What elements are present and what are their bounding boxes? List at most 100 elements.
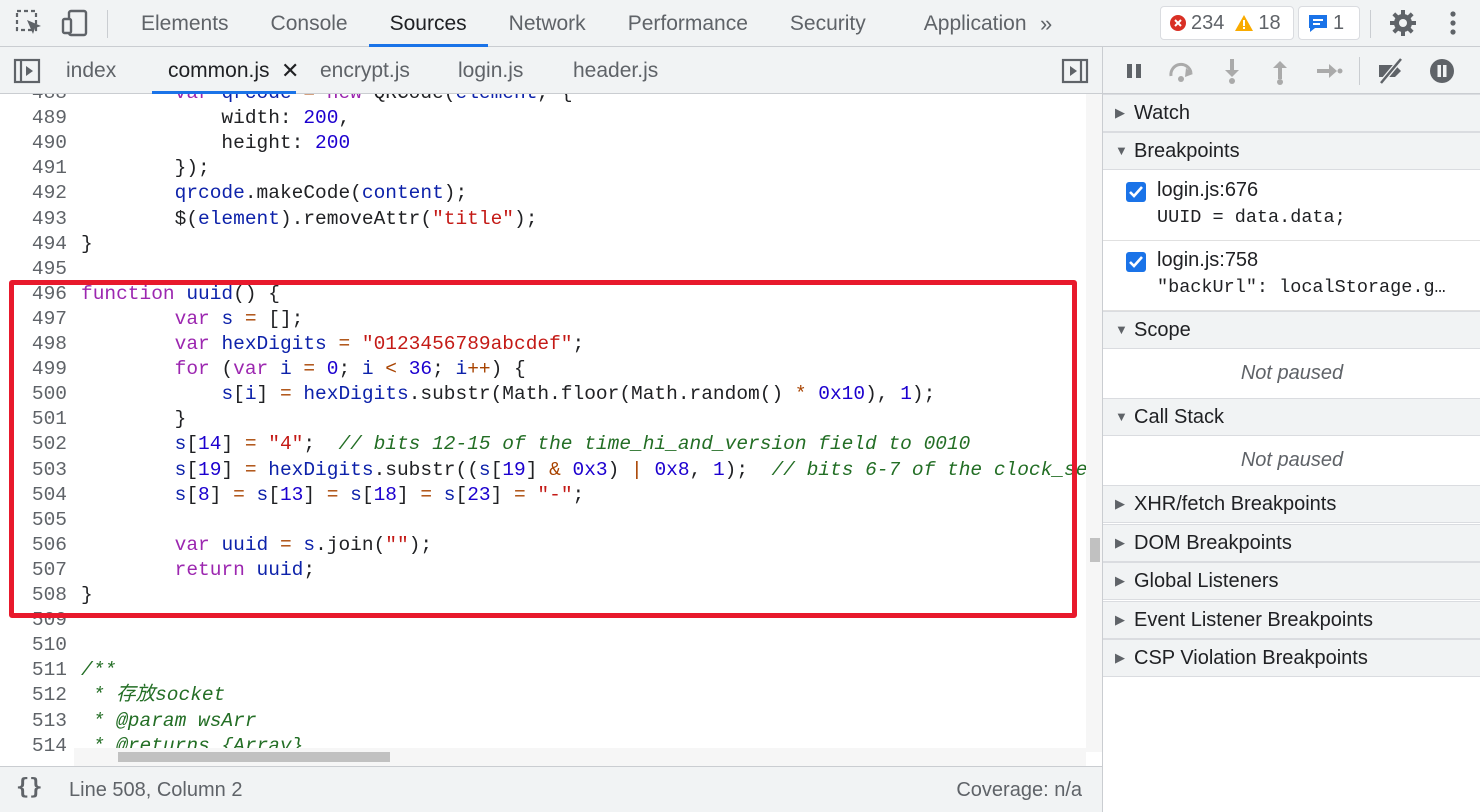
code-line[interactable]: 513 * @param wsArr [0, 709, 1086, 734]
tab-network[interactable]: Network [488, 0, 607, 47]
file-tab-common-js[interactable]: common.js [152, 47, 296, 94]
dom-breakpoints-section[interactable]: ▶ DOM Breakpoints [1103, 524, 1480, 562]
line-number[interactable]: 498 [0, 332, 67, 357]
line-number[interactable]: 508 [0, 583, 67, 608]
line-number[interactable]: 491 [0, 156, 67, 181]
tab-performance[interactable]: Performance [607, 0, 769, 47]
code-line[interactable]: 504 s[8] = s[13] = s[18] = s[23] = "-"; [0, 483, 1086, 508]
horizontal-scroll-thumb[interactable] [118, 752, 390, 762]
tab-security[interactable]: Security [769, 0, 887, 47]
global-listeners-section[interactable]: ▶ Global Listeners [1103, 562, 1480, 600]
code-line[interactable]: 494} [0, 232, 1086, 257]
line-number[interactable]: 501 [0, 407, 67, 432]
inspect-element-icon[interactable] [14, 8, 44, 38]
event-listener-breakpoints-section[interactable]: ▶ Event Listener Breakpoints [1103, 601, 1480, 639]
line-number[interactable]: 492 [0, 181, 67, 206]
breakpoint-item[interactable]: login.js:758 "backUrl": localStorage.g… [1103, 241, 1480, 311]
line-number[interactable]: 503 [0, 458, 67, 483]
call-stack-section[interactable]: ▼ Call Stack [1103, 398, 1480, 436]
breakpoint-checkbox[interactable] [1126, 182, 1146, 202]
code-line[interactable]: 503 s[19] = hexDigits.substr((s[19] & 0x… [0, 458, 1099, 483]
more-tabs-button[interactable]: » [1040, 0, 1052, 47]
code-line[interactable]: 502 s[14] = "4"; // bits 12-15 of the ti… [0, 432, 1086, 457]
close-tab-icon[interactable]: ✕ [281, 47, 299, 94]
code-line[interactable]: 509 [0, 608, 1086, 633]
pretty-print-button[interactable]: {} [16, 775, 43, 800]
toggle-debugger-icon[interactable] [1060, 56, 1090, 86]
line-number[interactable]: 511 [0, 658, 67, 683]
line-number[interactable]: 499 [0, 357, 67, 382]
line-number[interactable]: 497 [0, 307, 67, 332]
line-number[interactable]: 513 [0, 709, 67, 734]
code-line[interactable]: 490 height: 200 [0, 131, 1086, 156]
line-number[interactable]: 507 [0, 558, 67, 583]
file-tab-encrypt-js[interactable]: encrypt.js [320, 47, 410, 94]
line-number[interactable]: 514 [0, 734, 67, 759]
line-number[interactable]: 493 [0, 207, 67, 232]
line-number[interactable]: 500 [0, 382, 67, 407]
code-line[interactable]: 489 width: 200, [0, 106, 1086, 131]
line-number[interactable]: 489 [0, 106, 67, 131]
pause-on-exceptions-icon[interactable] [1427, 56, 1457, 86]
xhr-fetch-breakpoints-section[interactable]: ▶ XHR/fetch Breakpoints [1103, 485, 1480, 523]
step-into-icon[interactable] [1217, 56, 1247, 86]
breakpoint-item[interactable]: login.js:676 UUID = data.data; [1103, 171, 1480, 241]
line-number[interactable]: 494 [0, 232, 67, 257]
line-number[interactable]: 510 [0, 633, 67, 658]
code-line[interactable]: 506 var uuid = s.join(""); [0, 533, 1086, 558]
code-editor[interactable]: 488 var qrcode = new QRCode(element, {48… [0, 94, 1102, 766]
code-line[interactable]: 495 [0, 257, 1086, 282]
code-line[interactable]: 496 function uuid() { [0, 282, 1086, 307]
code-line[interactable]: 510 [0, 633, 1086, 658]
code-line[interactable]: 498 var hexDigits = "0123456789abcdef"; [0, 332, 1086, 357]
vertical-scroll-thumb[interactable] [1090, 538, 1100, 562]
step-out-icon[interactable] [1265, 56, 1295, 86]
line-number[interactable]: 495 [0, 257, 67, 282]
code-line[interactable]: 512 * 存放socket [0, 683, 1086, 708]
code-line[interactable]: 505 [0, 508, 1086, 533]
tab-console[interactable]: Console [250, 0, 369, 47]
file-tab-login-js[interactable]: login.js [458, 47, 523, 94]
device-toolbar-icon[interactable] [60, 8, 90, 38]
more-options-icon[interactable] [1438, 8, 1468, 38]
code-line[interactable]: 492 qrcode.makeCode(content); [0, 181, 1086, 206]
breakpoints-section[interactable]: ▼ Breakpoints [1103, 132, 1480, 170]
pause-icon[interactable] [1119, 56, 1149, 86]
code-line[interactable]: 499 for (var i = 0; i < 36; i++) { [0, 357, 1086, 382]
messages-counter[interactable]: 1 [1298, 6, 1360, 40]
code-line[interactable]: 501 } [0, 407, 1086, 432]
file-tab-index[interactable]: index [66, 47, 116, 94]
line-number[interactable]: 512 [0, 683, 67, 708]
code-line[interactable]: 507 return uuid; [0, 558, 1086, 583]
code-line[interactable]: 511 /** [0, 658, 1086, 683]
line-number[interactable]: 490 [0, 131, 67, 156]
code-line[interactable]: 491 }); [0, 156, 1086, 181]
line-number[interactable]: 504 [0, 483, 67, 508]
scope-section[interactable]: ▼ Scope [1103, 311, 1480, 349]
deactivate-breakpoints-icon[interactable] [1375, 56, 1405, 86]
line-number[interactable]: 502 [0, 432, 67, 457]
file-tab-header-js[interactable]: header.js [573, 47, 658, 94]
horizontal-scrollbar[interactable] [74, 748, 1086, 766]
step-icon[interactable] [1313, 56, 1343, 86]
issues-counter[interactable]: 234 18 [1160, 6, 1294, 40]
step-over-icon[interactable] [1166, 56, 1196, 86]
toggle-navigator-icon[interactable] [12, 56, 42, 86]
watch-section[interactable]: ▶ Watch [1103, 94, 1480, 132]
csp-violation-breakpoints-section[interactable]: ▶ CSP Violation Breakpoints [1103, 639, 1480, 677]
code-line[interactable]: 488 var qrcode = new QRCode(element, { [0, 94, 1086, 106]
code-line[interactable]: 500 s[i] = hexDigits.substr(Math.floor(M… [0, 382, 1086, 407]
settings-gear-icon[interactable] [1388, 8, 1418, 38]
breakpoint-checkbox[interactable] [1126, 252, 1146, 272]
code-line[interactable]: 493 $(element).removeAttr("title"); [0, 207, 1086, 232]
vertical-scrollbar[interactable] [1086, 94, 1102, 752]
tab-sources[interactable]: Sources [368, 0, 488, 47]
line-number[interactable]: 488 [0, 94, 67, 106]
line-number[interactable]: 505 [0, 508, 67, 533]
tab-elements[interactable]: Elements [120, 0, 250, 47]
line-number[interactable]: 496 [0, 282, 67, 307]
line-number[interactable]: 509 [0, 608, 67, 633]
tab-application[interactable]: Application [887, 0, 1048, 47]
code-line[interactable]: 508} [0, 583, 1086, 608]
code-line[interactable]: 497 var s = []; [0, 307, 1086, 332]
